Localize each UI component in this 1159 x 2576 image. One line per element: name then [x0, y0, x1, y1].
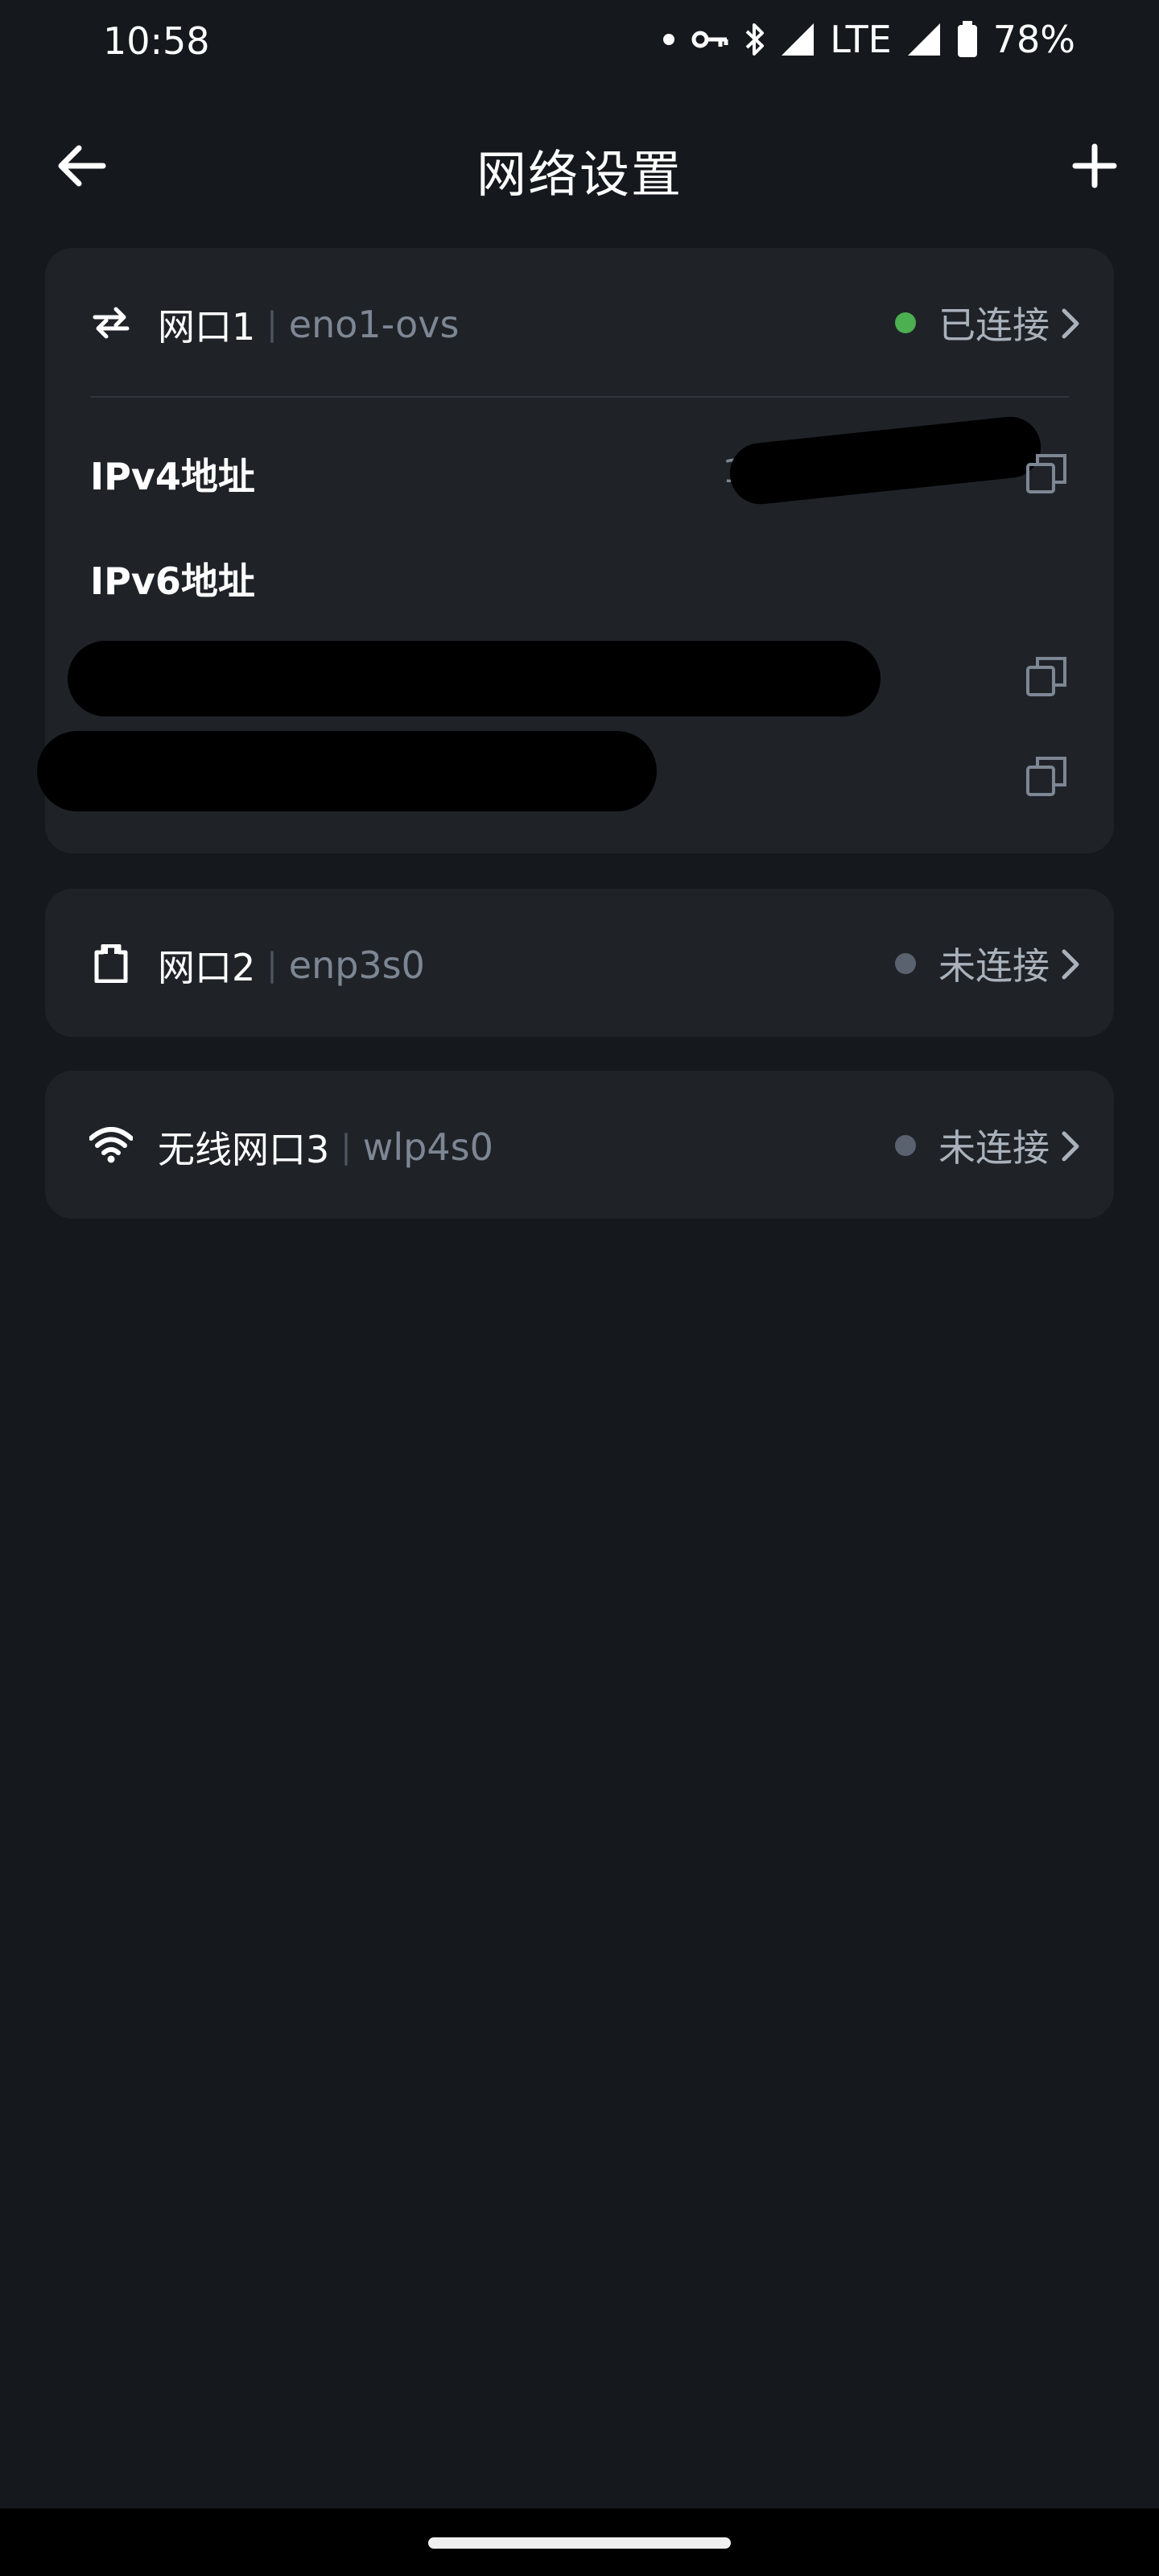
ethernet-port-icon [87, 939, 135, 988]
status-indicator: 未连接 [895, 1119, 1050, 1172]
interface-device: wlp4s0 [362, 1125, 493, 1169]
divider [90, 396, 1069, 398]
status-dot [895, 953, 916, 974]
add-button[interactable] [1062, 134, 1127, 198]
interface-title-2: 网口2 | enp3s0 [158, 939, 425, 992]
battery-icon [956, 21, 979, 58]
interface-device: enp3s0 [288, 943, 425, 987]
vpn-key-icon [691, 27, 730, 52]
signal-icon-2 [906, 22, 942, 57]
interface-header-2[interactable]: 网口2 | enp3s0 未连接 [45, 889, 1114, 1038]
interface-header-1[interactable]: 网口1 | eno1-ovs 已连接 [45, 248, 1114, 398]
separator: | [266, 306, 278, 343]
interface-card-3[interactable]: 无线网口3 | wlp4s0 未连接 [45, 1071, 1114, 1219]
chevron-right-icon [1059, 306, 1082, 345]
battery-level: 78% [992, 18, 1075, 61]
page-title: 网络设置 [476, 145, 683, 204]
redaction-mark [727, 413, 1044, 508]
interface-header-3[interactable]: 无线网口3 | wlp4s0 未连接 [45, 1071, 1114, 1220]
app-bar: 网络设置 [0, 113, 1159, 217]
copy-icon[interactable] [1021, 448, 1072, 499]
home-indicator[interactable] [428, 2537, 731, 2549]
interface-name: 网口1 [158, 305, 256, 349]
status-indicator: 已连接 [895, 296, 1050, 349]
separator: | [266, 947, 278, 984]
ipv4-label: IPv4地址 [90, 455, 255, 498]
status-icons: LTE 78% [661, 18, 1075, 61]
plus-icon [1072, 143, 1117, 188]
wifi-icon [87, 1121, 135, 1170]
bluetooth-icon [744, 22, 765, 57]
redaction-mark [68, 641, 881, 716]
interface-device: eno1-ovs [288, 303, 460, 346]
signal-icon [780, 22, 815, 57]
chevron-right-icon [1059, 1129, 1082, 1167]
status-indicator: 未连接 [895, 937, 1050, 990]
status-dot [895, 312, 916, 333]
interface-card-1: 网口1 | eno1-ovs 已连接 IPv4地址 192 IPv6地址 [37, 248, 1114, 853]
status-text: 未连接 [938, 1126, 1050, 1170]
interface-title-1: 网口1 | eno1-ovs [158, 298, 459, 351]
status-time: 10:58 [103, 19, 210, 63]
notification-dot-icon [661, 31, 677, 47]
ipv6-label: IPv6地址 [90, 559, 255, 603]
status-dot [895, 1135, 916, 1156]
status-bar: 10:58 LTE 78% [0, 0, 1159, 89]
swap-arrows-icon [87, 299, 135, 347]
status-text: 未连接 [938, 944, 1050, 988]
copy-icon[interactable] [1021, 650, 1072, 702]
separator: | [340, 1129, 352, 1166]
network-type: LTE [830, 18, 892, 61]
interface-card-2[interactable]: 网口2 | enp3s0 未连接 [45, 889, 1114, 1037]
interface-name: 网口2 [158, 946, 256, 989]
interface-name: 无线网口3 [158, 1128, 330, 1171]
interface-title-3: 无线网口3 | wlp4s0 [158, 1121, 493, 1174]
status-text: 已连接 [938, 303, 1050, 347]
copy-icon[interactable] [1021, 750, 1072, 802]
chevron-right-icon [1059, 947, 1082, 985]
redaction-mark [37, 731, 657, 811]
